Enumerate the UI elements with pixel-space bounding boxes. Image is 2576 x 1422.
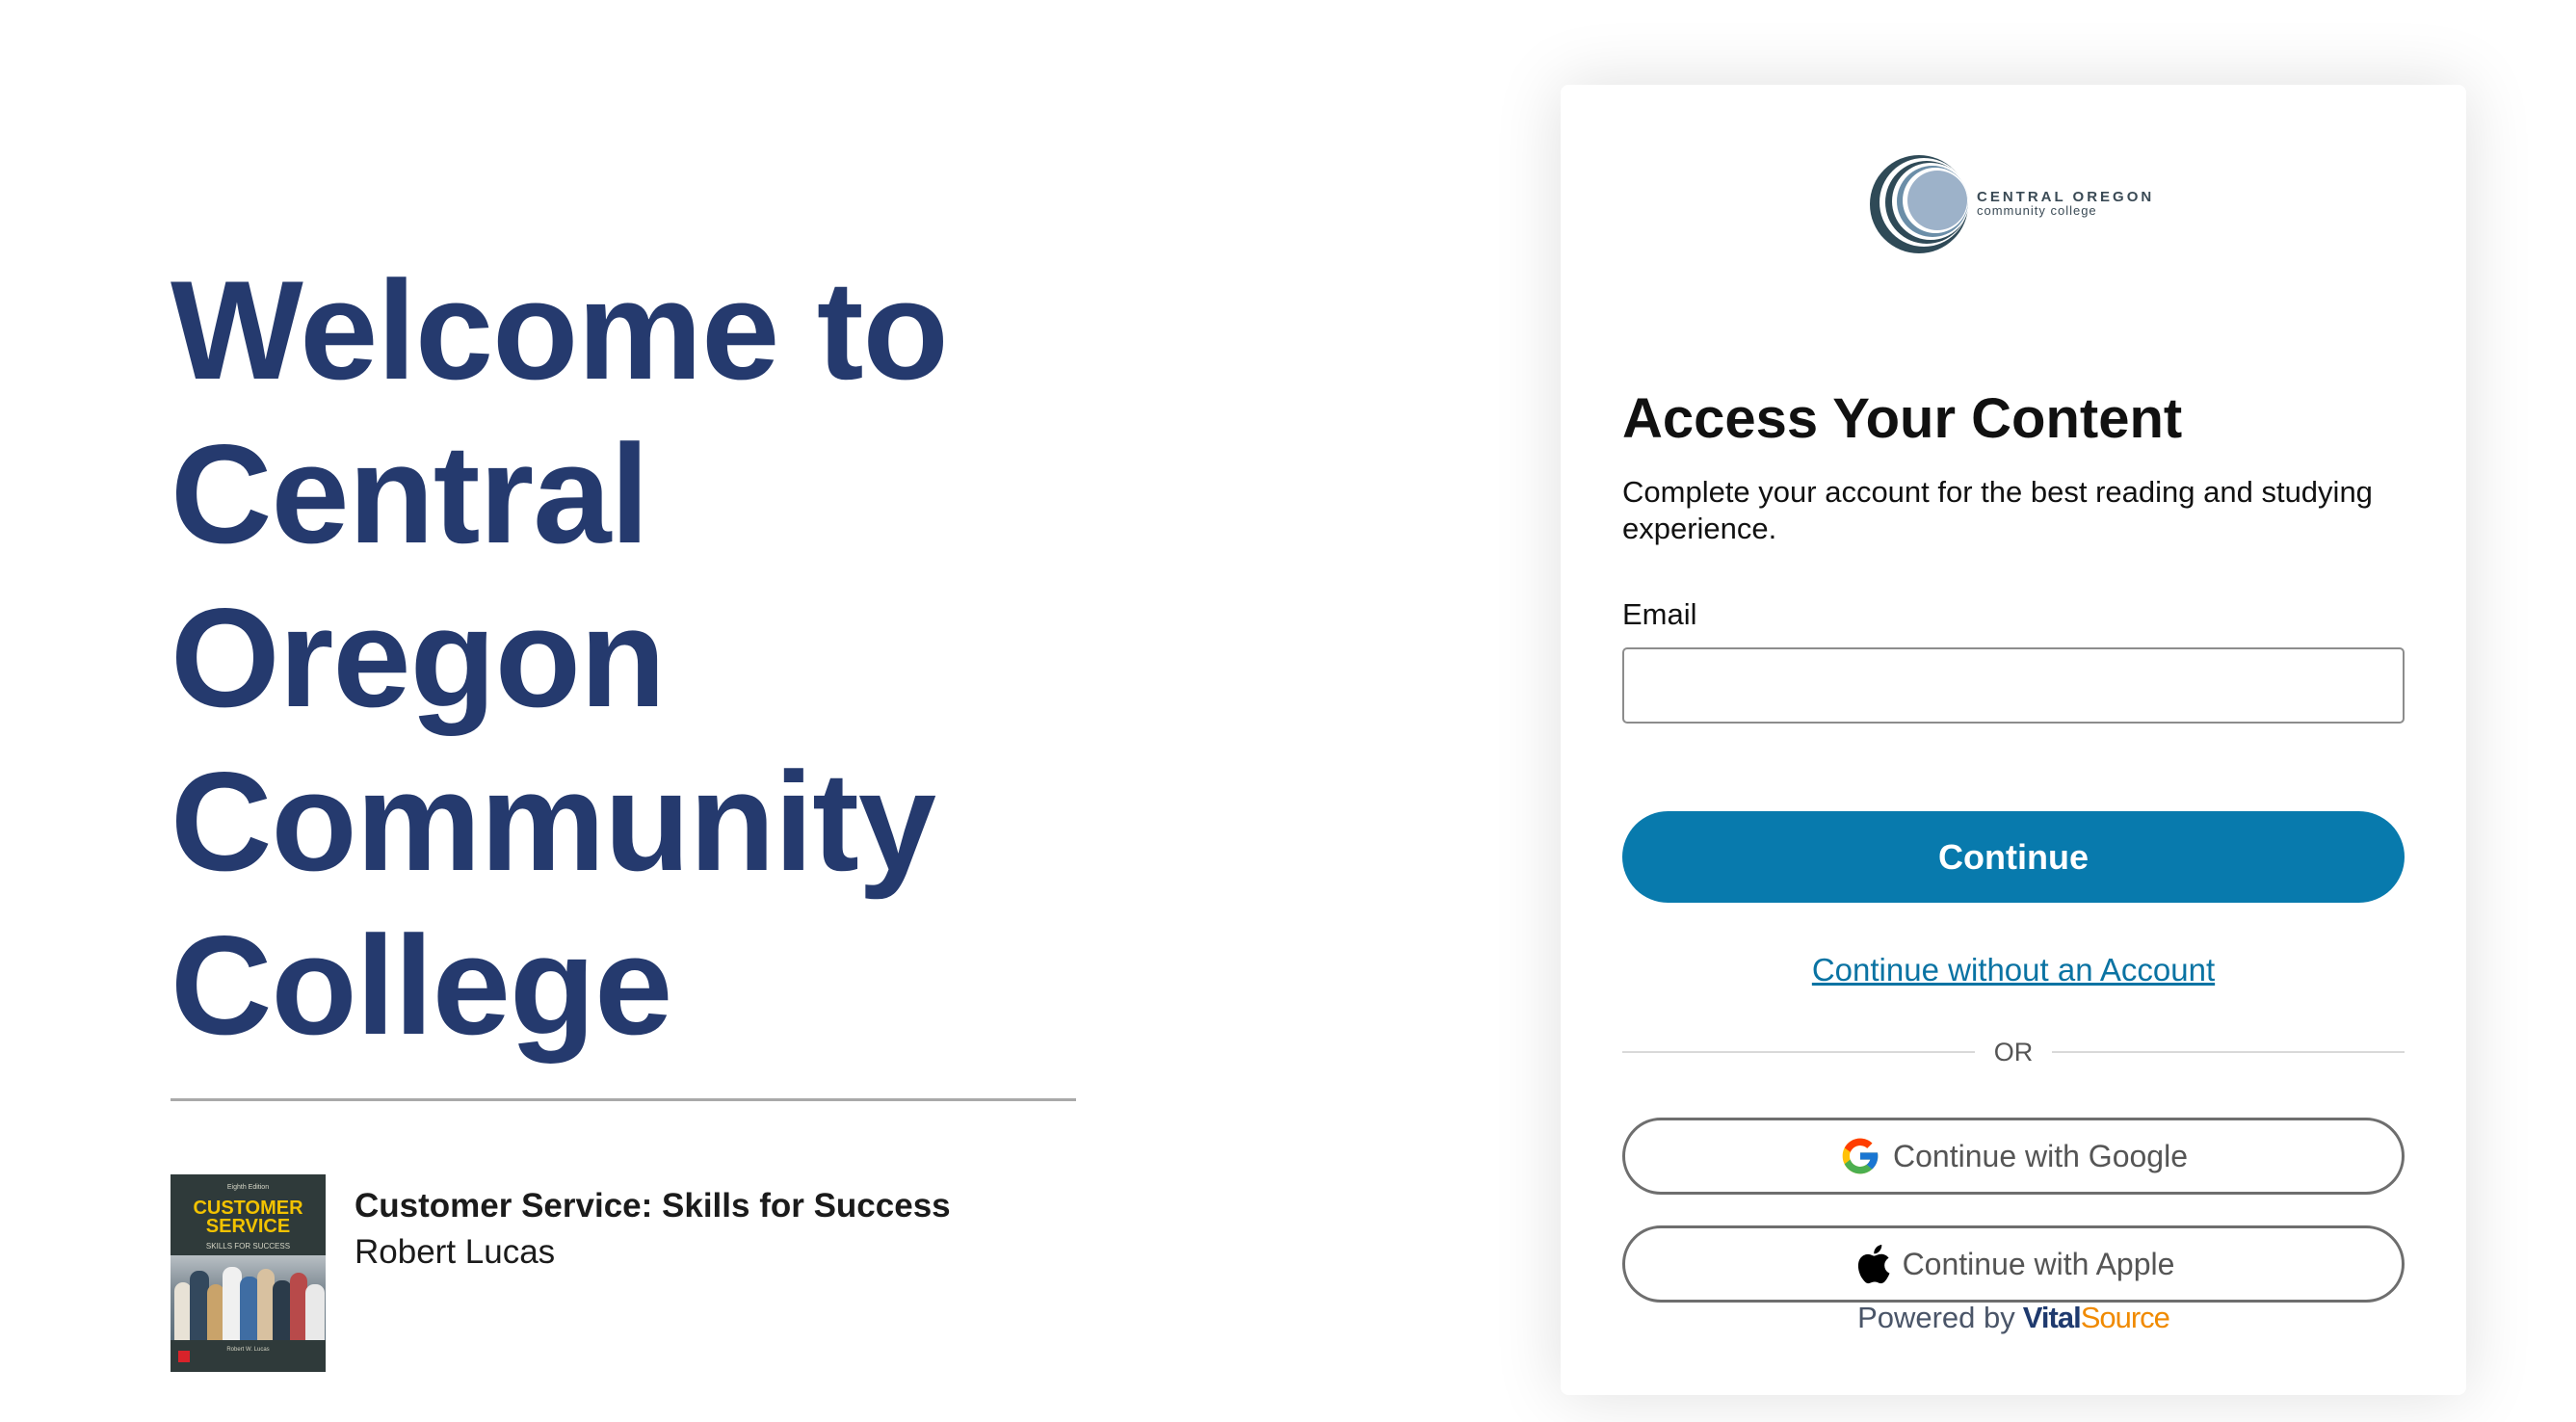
book-author: Robert Lucas (355, 1233, 556, 1271)
welcome-line: College (171, 907, 672, 1064)
or-line-left (1622, 1051, 1975, 1053)
welcome-heading: Welcome to Central Oregon Community Coll… (171, 249, 1076, 1067)
welcome-section: Welcome to Central Oregon Community Coll… (171, 249, 1076, 1067)
vitalsource-brand-vital: Vital (2022, 1301, 2082, 1334)
continue-with-google-button[interactable]: Continue with Google (1622, 1118, 2405, 1195)
welcome-line: Oregon (171, 579, 666, 736)
welcome-line: Community (171, 743, 936, 900)
cover-title: CUSTOMER SERVICE (171, 1198, 326, 1237)
email-label: Email (1622, 597, 1697, 631)
page-subtitle: Complete your account for the best readi… (1622, 475, 2373, 545)
or-separator: OR (1622, 1033, 2405, 1071)
cocc-circle-logo-icon (1870, 155, 1969, 253)
publisher-logo (178, 1351, 190, 1362)
powered-by-text: Powered by (1857, 1301, 2015, 1334)
or-text: OR (1993, 1038, 2034, 1066)
cover-title-line: SERVICE (205, 1216, 291, 1237)
page-title: Access Your Content (1622, 387, 2183, 450)
welcome-line: Central (171, 415, 649, 572)
continue-with-apple-button[interactable]: Continue with Apple (1622, 1225, 2405, 1303)
google-g-icon (1839, 1135, 1881, 1177)
continue-without-account-link[interactable]: Continue without an Account (1622, 950, 2405, 990)
access-card: CENTRAL OREGON community college Access … (1561, 85, 2466, 1395)
book-meta: Customer Service: Skills for Success Rob… (355, 1174, 951, 1277)
vitalsource-brand-source: Source (2080, 1301, 2170, 1334)
cover-photo (171, 1255, 326, 1340)
apple-logo-icon (1853, 1241, 1891, 1287)
cover-author: Robert W. Lucas (226, 1347, 270, 1353)
powered-by-footer: Powered by VitalSource (1561, 1297, 2466, 1339)
or-line-right (2052, 1051, 2405, 1053)
page: Welcome to Central Oregon Community Coll… (0, 0, 2576, 1422)
logo-name: CENTRAL OREGON (1977, 189, 2155, 205)
book-cover-image: Eighth Edition CUSTOMER SERVICE SKILLS F… (171, 1174, 326, 1372)
college-logo: CENTRAL OREGON community college (1869, 154, 2154, 254)
apple-button-label: Continue with Apple (1902, 1247, 2175, 1281)
welcome-line: Welcome to (171, 251, 949, 408)
google-button-label: Continue with Google (1893, 1139, 2188, 1173)
continue-button[interactable]: Continue (1622, 811, 2405, 903)
logo-subtitle: community college (1977, 203, 2097, 218)
book-title: Customer Service: Skills for Success (355, 1187, 951, 1224)
logo-text: CENTRAL OREGON community college (1977, 189, 2155, 218)
cover-subtitle: SKILLS FOR SUCCESS (205, 1242, 291, 1251)
cover-edition: Eighth Edition (226, 1184, 270, 1191)
book-info: Eighth Edition CUSTOMER SERVICE SKILLS F… (171, 1174, 951, 1372)
section-divider (171, 1098, 1076, 1101)
email-field[interactable] (1622, 647, 2405, 724)
